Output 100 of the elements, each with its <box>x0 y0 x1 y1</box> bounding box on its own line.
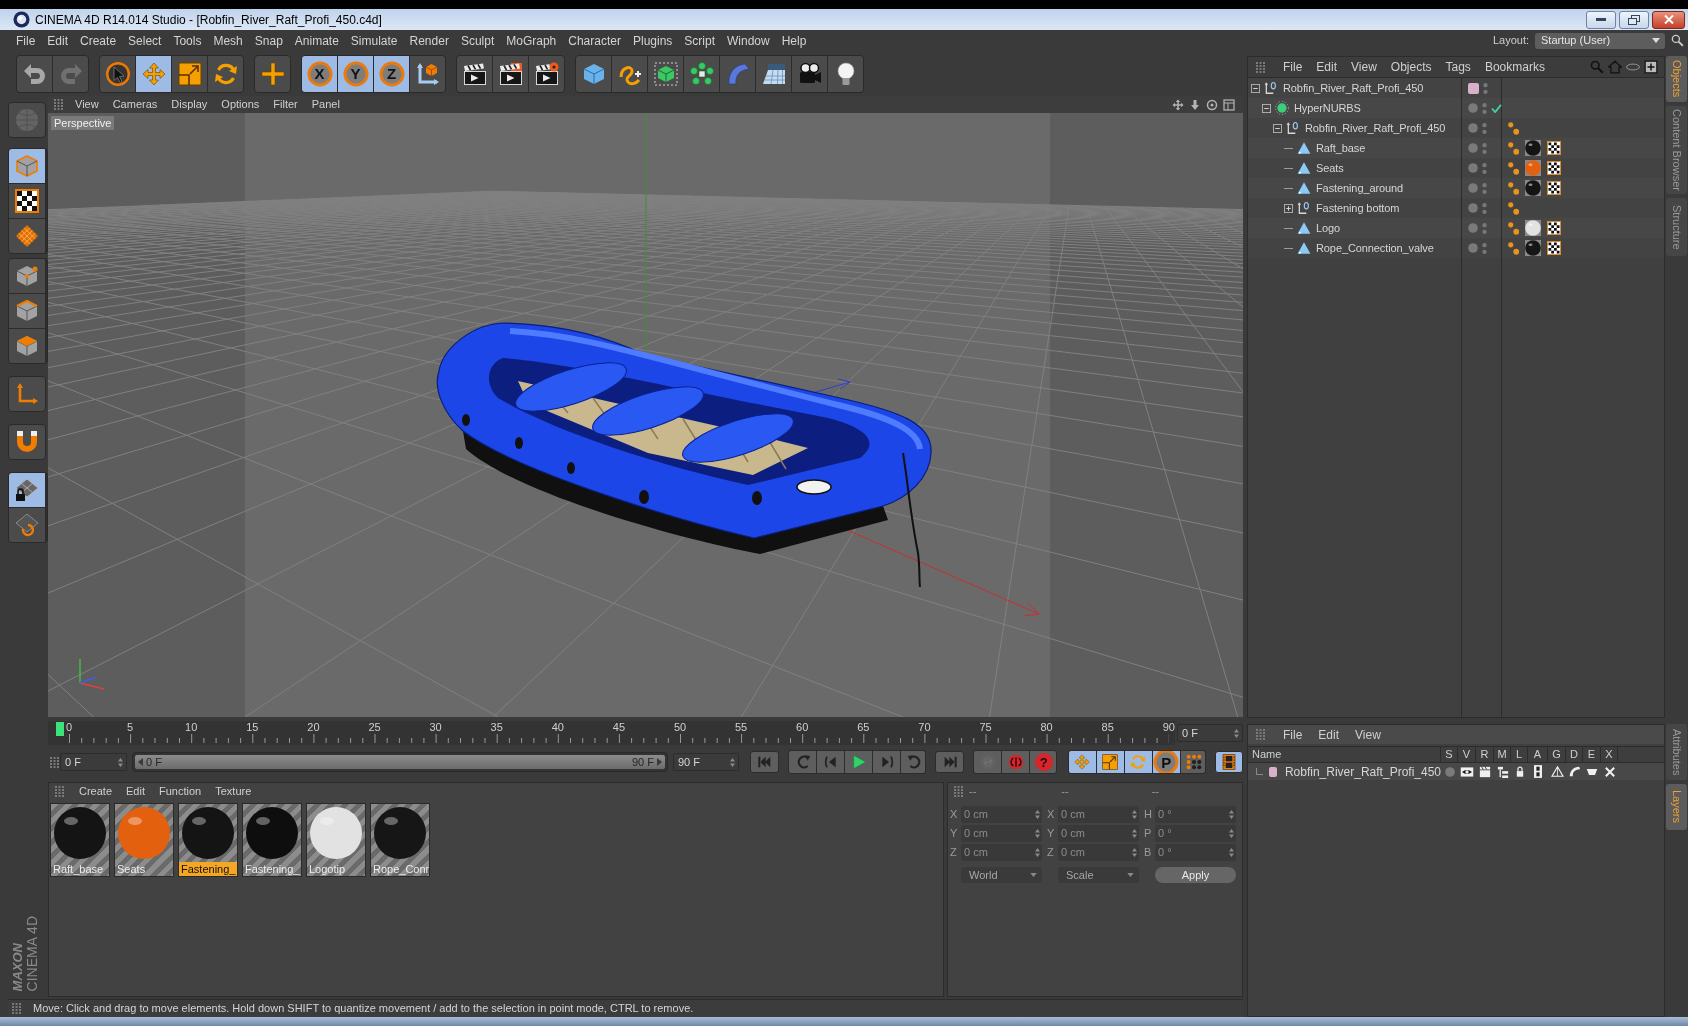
visibility-dots-icon[interactable] <box>1483 81 1488 95</box>
menu-item[interactable]: File <box>16 31 36 50</box>
menu-item[interactable]: Select <box>128 31 162 50</box>
object-name[interactable]: Rope_Connection_valve <box>1316 239 1434 257</box>
menu-item[interactable]: Mesh <box>213 31 243 50</box>
collapse-toggle-icon[interactable] <box>1273 123 1282 133</box>
deformer-button[interactable] <box>720 55 755 92</box>
timeline-ruler[interactable]: 0 5 10 15 20 25 30 35 40 45 50 55 60 65 70 75 80 85 90 <box>48 721 1175 745</box>
sphere-tag-icon[interactable] <box>1525 140 1541 156</box>
viewport-menu-item[interactable]: Cameras <box>112 96 158 113</box>
column-header[interactable]: R <box>1476 747 1494 762</box>
previous-key-button[interactable] <box>817 751 844 773</box>
visibility-dots-icon[interactable] <box>1482 201 1487 215</box>
axis-lock-button[interactable]: Y <box>338 55 373 92</box>
current-frame-field[interactable]: 0 F <box>1177 724 1243 742</box>
object-name[interactable]: Raft_base <box>1316 139 1366 157</box>
viewport-menu-item[interactable]: Filter <box>273 96 298 113</box>
loop-back-button[interactable] <box>789 751 816 773</box>
object-row[interactable]: Logo <box>1248 218 1664 238</box>
checker-tag-icon[interactable] <box>1547 241 1561 255</box>
menu-item[interactable]: Help <box>781 31 807 50</box>
menu-item[interactable]: MoGraph <box>506 31 557 50</box>
layer-row[interactable]: Robfin_River_Raft_Profi_450 <box>1248 763 1664 780</box>
scale-tool-button[interactable] <box>172 55 207 92</box>
render-picture-viewer-button[interactable] <box>493 55 528 92</box>
visibility-dots-icon[interactable] <box>1482 121 1487 135</box>
column-header[interactable]: G <box>1548 747 1566 762</box>
two-dots-tag-icon[interactable] <box>1508 201 1519 215</box>
menu-item[interactable]: Objects <box>1390 58 1432 76</box>
edges-mode-button[interactable] <box>9 294 45 328</box>
scale-key-button[interactable] <box>1096 751 1124 773</box>
expand-toggle-icon[interactable] <box>1284 203 1293 213</box>
checker-tag-icon[interactable] <box>1547 221 1561 235</box>
menu-item[interactable]: Edit <box>1318 725 1340 744</box>
array-button[interactable] <box>684 55 719 92</box>
menu-item[interactable]: Plugins <box>632 31 673 50</box>
two-dots-tag-icon[interactable] <box>1508 161 1519 175</box>
menu-item[interactable]: Function <box>159 783 202 800</box>
go-to-end-button[interactable] <box>935 751 965 773</box>
object-row[interactable]: Fastening_around <box>1248 178 1664 198</box>
playhead-marker[interactable] <box>56 722 64 736</box>
loop-forward-button[interactable] <box>901 751 926 773</box>
texture-mode-button[interactable] <box>9 184 45 218</box>
minimize-button[interactable] <box>1586 10 1616 29</box>
play-button[interactable] <box>845 751 872 773</box>
menu-item[interactable]: Edit <box>1316 58 1338 76</box>
column-header[interactable]: E <box>1583 747 1601 762</box>
end-frame-field[interactable]: 90 F <box>673 753 739 771</box>
help-button[interactable]: ? <box>1030 751 1056 773</box>
live-selection-button[interactable] <box>100 55 135 92</box>
subdivision-surface-button[interactable] <box>648 55 683 92</box>
menu-item[interactable]: View <box>1355 725 1381 744</box>
collapse-toggle-icon[interactable] <box>1262 103 1271 113</box>
material-tile[interactable]: Fastening_ <box>178 803 238 877</box>
object-name[interactable]: Seats <box>1316 159 1344 177</box>
two-dots-tag-icon[interactable] <box>1508 221 1519 235</box>
recent-tool-button[interactable] <box>254 54 291 93</box>
render-settings-button[interactable] <box>529 55 564 92</box>
eye-icon[interactable] <box>1460 766 1474 777</box>
timeline-button[interactable] <box>1215 751 1243 773</box>
material-tile[interactable]: Logotip <box>306 803 366 877</box>
layer-name[interactable]: Robfin_River_Raft_Profi_450 <box>1284 762 1441 781</box>
object-name[interactable]: Fastening_around <box>1316 179 1404 197</box>
column-header[interactable]: A <box>1528 747 1548 762</box>
solo-dot-icon[interactable] <box>1444 766 1455 777</box>
viewport-menu-item[interactable]: Options <box>221 96 260 113</box>
collapse-toggle-icon[interactable] <box>1251 83 1260 93</box>
material-tile[interactable]: Raft_base <box>50 803 110 877</box>
menu-item[interactable]: Texture <box>215 783 252 800</box>
point-level-button[interactable] <box>1180 751 1205 773</box>
pyramid-icon[interactable] <box>1550 766 1564 777</box>
x-mark-icon[interactable] <box>1604 766 1615 777</box>
layer-color-swatch[interactable] <box>1268 766 1277 777</box>
sphere-tag-icon[interactable] <box>1525 240 1541 256</box>
floor-button[interactable] <box>756 55 791 92</box>
layer-dot-icon[interactable] <box>1468 103 1478 113</box>
layout-dropdown[interactable]: Startup (User) <box>1535 32 1665 49</box>
visibility-dots-icon[interactable] <box>1482 181 1487 195</box>
panel-layout-icon[interactable] <box>1223 98 1235 111</box>
move-tool-button[interactable] <box>136 55 171 92</box>
column-header[interactable]: M <box>1494 747 1511 762</box>
menu-item[interactable]: Create <box>79 783 113 800</box>
viewport-menu-item[interactable]: Panel <box>311 96 340 113</box>
menu-item[interactable]: Render <box>409 31 449 50</box>
column-header[interactable]: Name <box>1248 747 1441 762</box>
next-key-button[interactable] <box>873 751 900 773</box>
position-key-button[interactable] <box>1068 751 1096 773</box>
menu-item[interactable]: Animate <box>294 31 339 50</box>
checker-tag-icon[interactable] <box>1547 141 1561 155</box>
layer-dot-icon[interactable] <box>1468 243 1478 253</box>
checker-tag-icon[interactable] <box>1547 161 1561 175</box>
menu-item[interactable]: File <box>1283 725 1303 744</box>
search-icon[interactable] <box>1671 34 1684 47</box>
column-header[interactable]: X <box>1601 747 1618 762</box>
viewport-menu-item[interactable]: Display <box>171 96 208 113</box>
start-frame-field[interactable]: 0 F <box>60 753 127 771</box>
menu-item[interactable]: File <box>1283 58 1303 76</box>
menu-item[interactable]: Tags <box>1445 58 1471 76</box>
viewport-canvas[interactable]: Perspective <box>48 113 1243 717</box>
sphere-tag-icon[interactable] <box>1525 180 1541 196</box>
